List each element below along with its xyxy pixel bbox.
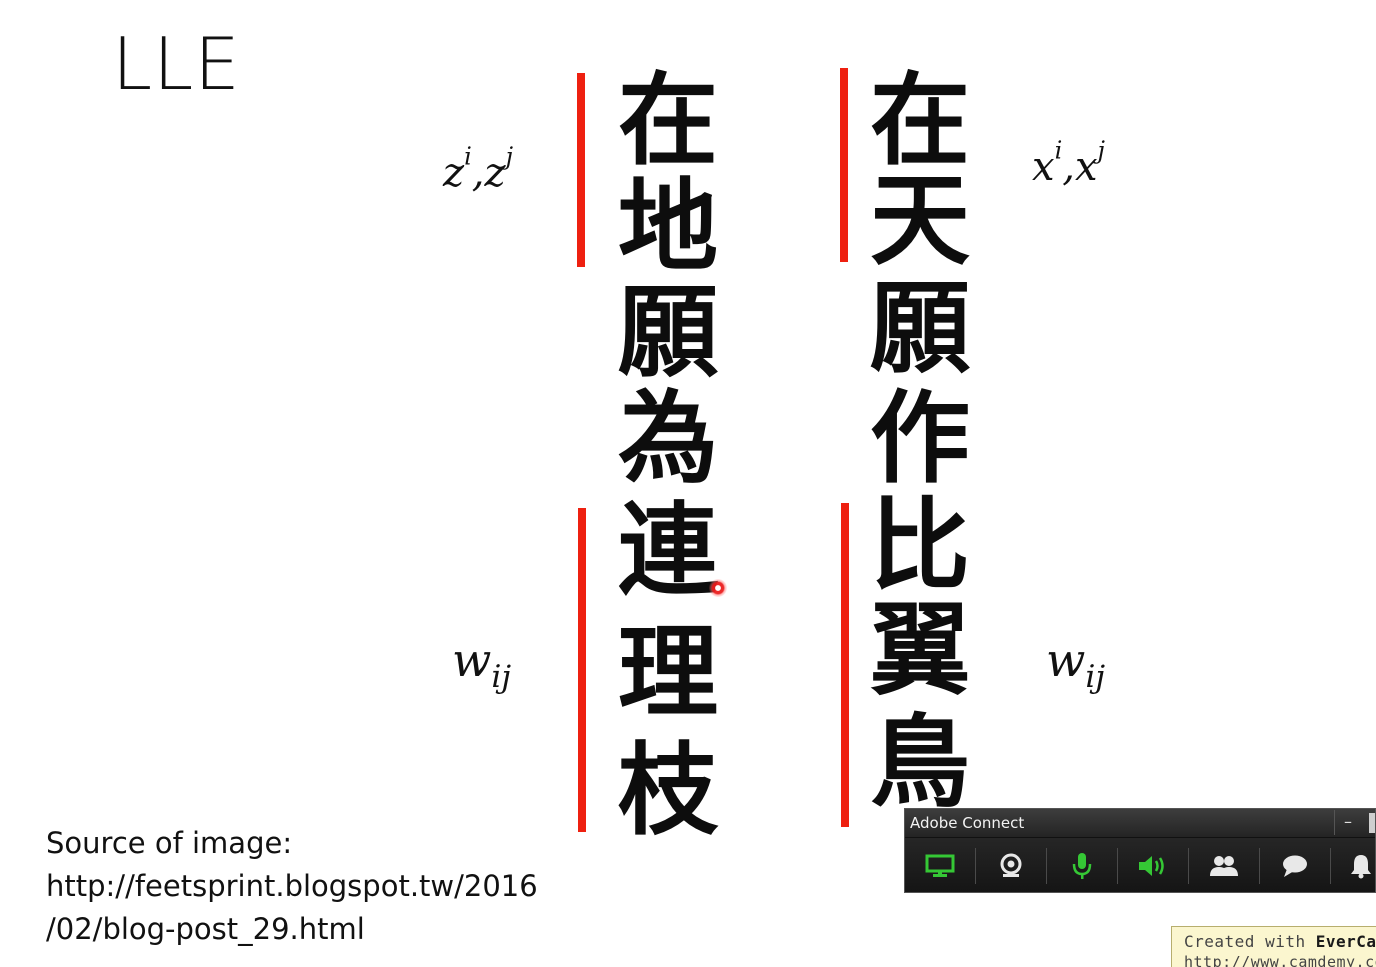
microphone-icon	[1072, 853, 1092, 879]
adobe-connect-titlebar[interactable]: Adobe Connect –	[905, 809, 1375, 838]
adobe-connect-toolbar	[905, 838, 1375, 892]
low-dim-points-label: zi,zj	[443, 144, 513, 196]
poem-char: 天	[870, 161, 970, 279]
poem-char: 枝	[618, 731, 718, 849]
math-separator: ,	[1062, 144, 1075, 190]
source-url-part2: /02/blog-post_29.html	[46, 912, 365, 946]
weight-label-left: wij	[452, 633, 511, 693]
red-bracket-bar	[578, 508, 586, 832]
poem-char: 願	[618, 273, 718, 391]
speaker-button[interactable]	[1118, 848, 1188, 884]
microphone-button[interactable]	[1047, 848, 1117, 884]
poem-char: 在	[870, 61, 970, 179]
math-base: w	[1046, 633, 1086, 687]
red-bracket-bar	[577, 73, 585, 267]
slide-title: LLE	[112, 22, 241, 106]
people-icon	[1210, 856, 1238, 876]
poem-char: 願	[870, 269, 970, 387]
red-bracket-bar	[840, 68, 848, 262]
speaker-icon	[1139, 856, 1164, 876]
notifications-button[interactable]	[1326, 848, 1375, 884]
minimize-button[interactable]: –	[1334, 810, 1361, 835]
attendees-button[interactable]	[1189, 848, 1259, 884]
chat-button[interactable]	[1260, 848, 1330, 884]
evercam-watermark: Created with EverCam http://www.camdemy.…	[1171, 926, 1376, 967]
adobe-connect-title: Adobe Connect	[910, 814, 1025, 832]
laser-pointer-cursor	[709, 579, 727, 597]
math-separator: ,	[471, 150, 485, 196]
poem-char: 在	[618, 61, 718, 179]
panel-edge	[1369, 813, 1375, 833]
source-label: Source of image:	[46, 826, 293, 860]
math-subscript: ij	[1085, 658, 1106, 695]
chat-bubble-icon	[1283, 855, 1307, 877]
watermark-brand: EverCam	[1315, 932, 1376, 951]
poem-char: 作	[870, 379, 970, 497]
watermark-url: http://www.camdemy.com	[1184, 953, 1376, 967]
share-screen-button[interactable]	[905, 848, 975, 884]
math-base: w	[452, 633, 492, 687]
math-superscript: j	[505, 142, 514, 171]
watermark-prefix: Created with	[1184, 932, 1316, 951]
watermark-line: Created with EverCam	[1184, 932, 1376, 951]
image-source-citation: Source of image: http://feetsprint.blogs…	[46, 822, 538, 951]
monitor-icon	[925, 854, 955, 877]
poem-char: 為	[618, 379, 718, 497]
poem-char: 地	[618, 167, 718, 285]
red-bracket-bar	[841, 503, 849, 827]
poem-char: 鳥	[870, 703, 970, 821]
poem-char: 比	[870, 486, 970, 604]
adobe-connect-panel: Adobe Connect –	[904, 808, 1376, 893]
high-dim-points-label: xi,xj	[1032, 138, 1105, 190]
camera-button[interactable]	[976, 848, 1046, 884]
math-superscript: j	[1097, 136, 1105, 165]
poem-char: 翼	[870, 591, 970, 709]
math-superscript: i	[464, 142, 472, 171]
webcam-icon	[1000, 853, 1022, 877]
slide-canvas: LLE zi,zj xi,xj wij wij 在 地 願 為 連 理 枝 在 …	[0, 0, 1376, 967]
weight-label-right: wij	[1046, 633, 1105, 693]
math-subscript: ij	[491, 658, 512, 695]
bell-icon	[1351, 855, 1371, 879]
poem-char: 理	[618, 613, 718, 731]
math-base: x	[1074, 144, 1098, 190]
math-base: z	[443, 150, 465, 196]
source-url-part1: http://feetsprint.blogspot.tw/2016	[46, 869, 538, 903]
math-base: x	[1032, 144, 1055, 190]
math-base: z	[484, 150, 506, 196]
